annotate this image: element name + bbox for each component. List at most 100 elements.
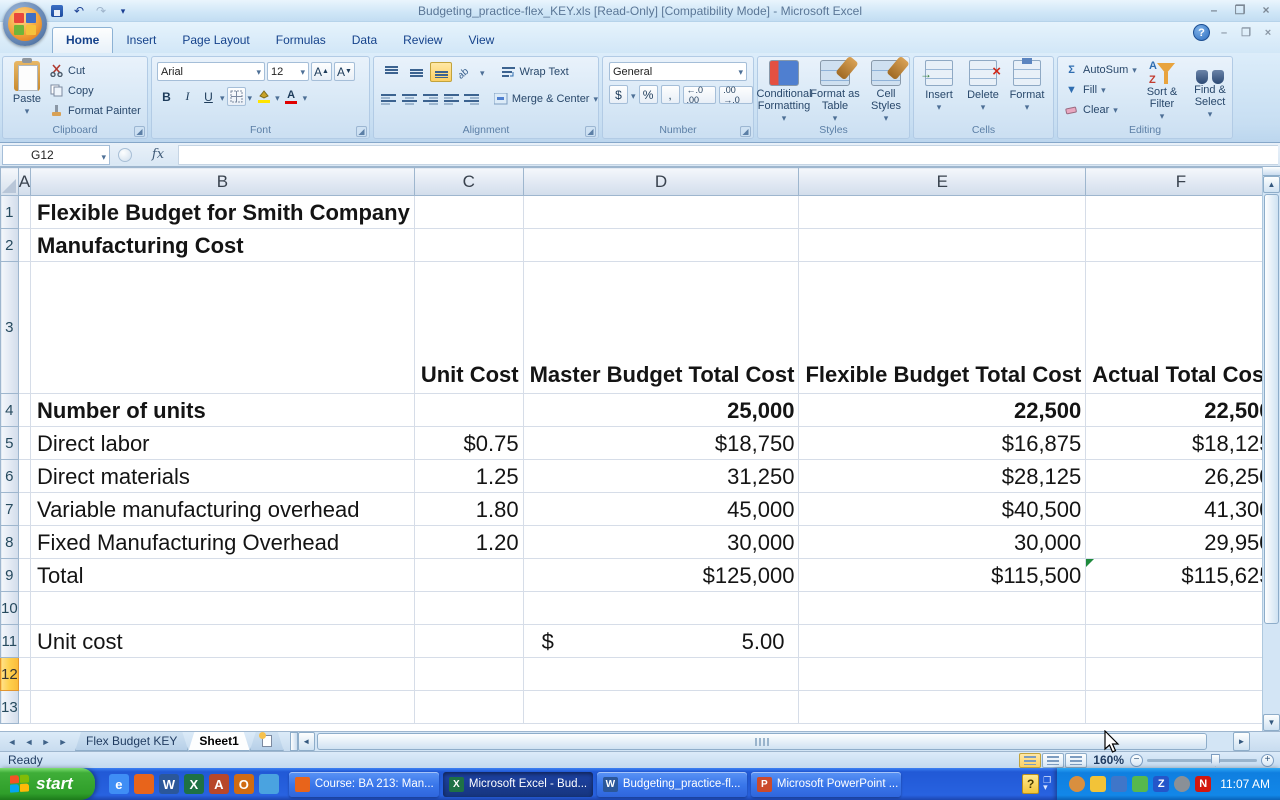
ribbon-tab-insert[interactable]: Insert bbox=[113, 28, 169, 53]
row-header-1[interactable]: 1 bbox=[0, 195, 19, 229]
font-name-combo[interactable]: Arial bbox=[157, 62, 265, 81]
cell-F10[interactable] bbox=[1085, 591, 1262, 625]
internet-explorer-icon[interactable]: e bbox=[108, 774, 129, 794]
align-center-button[interactable] bbox=[401, 89, 419, 109]
task-button-firefox[interactable]: Course: BA 213: Man... bbox=[288, 771, 439, 797]
spreadsheet-grid[interactable]: ABCDEFGH1Flexible Budget for Smith Compa… bbox=[0, 167, 1262, 731]
middle-align-button[interactable] bbox=[405, 62, 427, 82]
sort-filter-button[interactable]: AZ Sort & Filter bbox=[1138, 60, 1186, 124]
network-icon[interactable] bbox=[1132, 776, 1149, 792]
ribbon-tab-view[interactable]: View bbox=[455, 28, 507, 53]
format-as-table-button[interactable]: Format as Table bbox=[810, 60, 860, 124]
format-cells-button[interactable]: Format bbox=[1005, 58, 1049, 124]
cut-button[interactable]: Cut bbox=[49, 62, 141, 79]
cell-D1[interactable] bbox=[523, 195, 800, 229]
top-align-button[interactable] bbox=[380, 62, 402, 82]
cell-A10[interactable] bbox=[18, 591, 32, 625]
italic-button[interactable]: I bbox=[178, 87, 197, 106]
shield-icon[interactable] bbox=[1090, 776, 1107, 792]
ribbon-tab-page-layout[interactable]: Page Layout bbox=[169, 28, 262, 53]
borders-dropdown-icon[interactable] bbox=[248, 88, 253, 106]
vertical-scrollbar[interactable]: ▲ ▼ bbox=[1262, 167, 1280, 731]
cell-C11[interactable] bbox=[414, 624, 524, 658]
number-format-combo[interactable]: General bbox=[609, 62, 747, 81]
shrink-font-button[interactable]: A ▼ bbox=[333, 62, 355, 81]
autosum-button[interactable]: Σ AutoSum bbox=[1064, 61, 1137, 78]
conditional-formatting-button[interactable]: Conditional Formatting bbox=[756, 60, 812, 124]
qat-customize-button[interactable]: ▾ bbox=[114, 2, 132, 20]
cell-A11[interactable] bbox=[18, 624, 32, 658]
row-header-6[interactable]: 6 bbox=[0, 459, 19, 493]
undo-button[interactable]: ↶ bbox=[70, 2, 88, 20]
number-dialog-launcher-icon[interactable]: ◢ bbox=[740, 126, 751, 137]
cell-E6[interactable]: $28,125 bbox=[798, 459, 1087, 493]
scroll-down-icon[interactable]: ▼ bbox=[1263, 714, 1280, 731]
font-color-dropdown-icon[interactable] bbox=[303, 88, 308, 106]
decrease-decimal-button[interactable]: .00 →.0 bbox=[719, 85, 753, 105]
ribbon-tab-review[interactable]: Review bbox=[390, 28, 455, 53]
next-sheet-icon[interactable]: ► bbox=[38, 737, 54, 747]
cell-D13[interactable] bbox=[523, 690, 800, 724]
row-header-5[interactable]: 5 bbox=[0, 426, 19, 460]
name-box-dropdown-icon[interactable] bbox=[101, 149, 106, 163]
cell-E13[interactable] bbox=[798, 690, 1087, 724]
explorer-icon[interactable] bbox=[258, 774, 279, 794]
cell-B9[interactable]: Total bbox=[30, 558, 415, 592]
grow-font-button[interactable]: A ▲ bbox=[311, 62, 332, 81]
cell-F11[interactable] bbox=[1085, 624, 1262, 658]
cell-B3[interactable] bbox=[30, 261, 415, 394]
cell-C8[interactable]: 1.20 bbox=[414, 525, 524, 559]
delete-cells-button[interactable]: Delete bbox=[961, 60, 1005, 124]
cell-E4[interactable]: 22,500 bbox=[798, 393, 1087, 427]
minimize-button[interactable]: – bbox=[1204, 2, 1224, 18]
cell-D4[interactable]: 25,000 bbox=[523, 393, 800, 427]
cell-E7[interactable]: $40,500 bbox=[798, 492, 1087, 526]
bold-button[interactable]: B bbox=[157, 87, 176, 106]
fill-color-button[interactable] bbox=[254, 87, 273, 106]
row-header-4[interactable]: 4 bbox=[0, 393, 19, 427]
workbook-close-button[interactable]: × bbox=[1260, 27, 1276, 39]
redo-button[interactable]: ↷ bbox=[92, 2, 110, 20]
insert-worksheet-tab[interactable] bbox=[250, 732, 284, 751]
task-button-powerpoint[interactable]: P Microsoft PowerPoint ... bbox=[750, 771, 901, 797]
font-color-button[interactable]: A bbox=[282, 87, 301, 106]
orientation-dropdown-icon[interactable] bbox=[480, 63, 485, 81]
paste-dropdown-icon[interactable] bbox=[25, 105, 30, 117]
cell-A13[interactable] bbox=[18, 690, 32, 724]
zoom-in-icon[interactable]: + bbox=[1261, 753, 1274, 767]
row-header-7[interactable]: 7 bbox=[0, 492, 19, 526]
cell-C13[interactable] bbox=[414, 690, 524, 724]
last-sheet-icon[interactable]: ► bbox=[55, 737, 71, 747]
cell-B11[interactable]: Unit cost bbox=[30, 624, 415, 658]
clear-button[interactable]: Clear bbox=[1064, 101, 1137, 118]
ribbon-tab-formulas[interactable]: Formulas bbox=[263, 28, 339, 53]
find-select-button[interactable]: Find & Select bbox=[1186, 60, 1234, 124]
workbook-minimize-button[interactable]: – bbox=[1216, 27, 1232, 39]
cell-C12[interactable] bbox=[414, 657, 524, 691]
percent-style-button[interactable]: % bbox=[638, 85, 658, 104]
normal-view-button[interactable] bbox=[1019, 752, 1042, 768]
cell-B8[interactable]: Fixed Manufacturing Overhead bbox=[30, 525, 415, 559]
page-break-view-button[interactable] bbox=[1065, 752, 1088, 768]
cell-E1[interactable] bbox=[798, 195, 1087, 229]
alignment-dialog-launcher-icon[interactable]: ◢ bbox=[585, 126, 596, 137]
horizontal-scrollbar-thumb[interactable] bbox=[316, 733, 1208, 750]
cell-B1[interactable]: Flexible Budget for Smith Company bbox=[30, 195, 415, 229]
save-button[interactable] bbox=[48, 2, 66, 20]
sheet-tab-sheet1[interactable]: Sheet1 bbox=[188, 732, 249, 751]
cell-A8[interactable] bbox=[18, 525, 32, 559]
z-app-icon[interactable]: Z bbox=[1153, 776, 1170, 792]
row-header-11[interactable]: 11 bbox=[0, 624, 19, 658]
vertical-split-handle[interactable] bbox=[1263, 167, 1280, 176]
cell-F13[interactable] bbox=[1085, 690, 1262, 724]
cell-F8[interactable]: 29,950 bbox=[1085, 525, 1262, 559]
increase-decimal-button[interactable]: ←.0 .00 bbox=[682, 85, 717, 105]
help-notification-icon[interactable]: ? bbox=[1022, 774, 1040, 794]
cell-E2[interactable] bbox=[798, 228, 1087, 262]
cell-B7[interactable]: Variable manufacturing overhead bbox=[30, 492, 415, 526]
netsupport-icon[interactable]: N bbox=[1195, 776, 1212, 792]
cell-B2[interactable]: Manufacturing Cost bbox=[30, 228, 415, 262]
cell-F1[interactable] bbox=[1085, 195, 1262, 229]
insert-function-button[interactable]: fx bbox=[138, 144, 178, 166]
magnifier-icon[interactable] bbox=[1111, 776, 1128, 792]
